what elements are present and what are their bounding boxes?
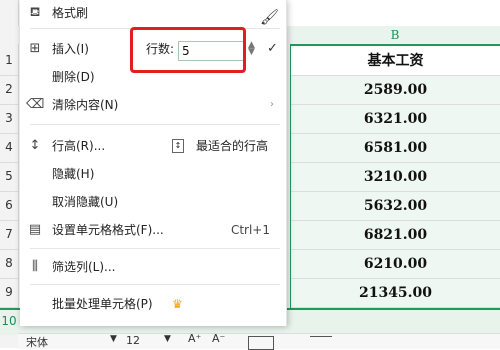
chevron-down-icon[interactable]: ▼ — [110, 334, 117, 344]
fill-color-icon[interactable] — [310, 336, 332, 347]
format-painter-icon: ⛾ — [29, 5, 41, 20]
row-number[interactable]: 1 — [0, 46, 18, 76]
row-number[interactable]: 8 — [0, 249, 18, 279]
menu-item-label: 隐藏(H) — [52, 167, 95, 181]
crown-icon: ♛ — [172, 297, 183, 311]
menu-item-hide[interactable]: 隐藏(H) — [20, 161, 286, 187]
menu-divider — [30, 248, 280, 249]
menu-item-label: 插入(I) — [52, 42, 89, 56]
cell-b8[interactable]: 6210.00 — [291, 250, 500, 279]
row-number[interactable]: 10 — [0, 310, 18, 333]
menu-item-filter-column[interactable]: ⫼ 筛选列(L)... — [20, 254, 286, 280]
menu-item-unhide[interactable]: 取消隐藏(U) — [20, 189, 286, 215]
menu-item-label: 筛选列(L)... — [52, 260, 116, 274]
rows-count-stepper[interactable]: ▲ ▼ — [248, 41, 255, 57]
cell-b5[interactable]: 3210.00 — [291, 163, 500, 192]
filter-column-icon: ⫼ — [32, 259, 38, 274]
cell-b2[interactable]: 2589.00 — [291, 76, 500, 105]
shortcut-label: Ctrl+1 — [230, 223, 270, 237]
menu-item-batch-process[interactable]: 批量处理单元格(P) ♛ — [20, 291, 286, 317]
menu-divider — [30, 284, 280, 285]
row-number[interactable]: 9 — [0, 278, 18, 308]
row-height-icon: ↕ — [29, 138, 41, 153]
cell-b6[interactable]: 5632.00 — [291, 192, 500, 221]
menu-item-label: 清除内容(N) — [52, 98, 119, 112]
row-number[interactable]: 5 — [0, 162, 18, 192]
menu-item-clear-contents[interactable]: ⌫ 清除内容(N) › — [20, 92, 286, 118]
format-cells-icon: ▤ — [28, 222, 42, 237]
rows-input-highlight — [130, 27, 246, 73]
cell-b4[interactable]: 6581.00 — [291, 134, 500, 163]
row-number[interactable]: 6 — [0, 191, 18, 221]
cell-b1[interactable]: 基本工资 — [291, 47, 500, 76]
cell-b9[interactable]: 21345.00 — [291, 279, 500, 308]
cell-b3[interactable]: 6321.00 — [291, 105, 500, 134]
brush-icon[interactable]: 🖌 — [260, 4, 279, 30]
row-number[interactable]: 7 — [0, 220, 18, 250]
row-number[interactable]: 4 — [0, 133, 18, 163]
decrease-font-size-button[interactable]: A⁻ — [212, 332, 225, 345]
menu-divider — [30, 124, 280, 125]
chevron-down-icon[interactable]: ▼ — [164, 334, 171, 344]
menu-item-row-height[interactable]: ↕ 行高(R)... ↕ 最适合的行高 — [20, 133, 286, 159]
menu-item-label: 取消隐藏(U) — [52, 195, 119, 209]
insert-rows-icon: ⊞ — [29, 41, 41, 56]
font-toolbar: 宋体 ▼ 12 ▼ A⁺ A⁻ — [18, 332, 500, 350]
row-number[interactable]: 3 — [0, 104, 18, 134]
menu-item-format-painter[interactable]: ⛾ 格式刷 🖌 — [20, 0, 286, 26]
menu-item-label: 删除(D) — [52, 70, 95, 84]
menu-item-label: 批量处理单元格(P) — [52, 297, 153, 311]
increase-font-size-button[interactable]: A⁺ — [188, 332, 201, 345]
cell-b7[interactable]: 6821.00 — [291, 221, 500, 250]
confirm-check-icon[interactable]: ✓ — [267, 36, 278, 62]
menu-item-label: 设置单元格格式(F)... — [52, 223, 164, 237]
column-b-header[interactable]: B — [290, 26, 500, 46]
menu-item-label: 格式刷 — [52, 6, 89, 20]
selection-border-left — [290, 44, 291, 308]
menu-item-format-cells[interactable]: ▤ 设置单元格格式(F)... Ctrl+1 — [20, 217, 286, 243]
best-fit-icon[interactable]: ↕ — [172, 139, 184, 153]
eraser-icon: ⌫ — [26, 97, 45, 112]
chevron-right-icon: › — [270, 99, 274, 110]
best-fit-row-height-button[interactable]: 最适合的行高 — [196, 133, 268, 159]
row-number[interactable]: 2 — [0, 75, 18, 105]
font-size-select[interactable]: 12 — [126, 334, 140, 347]
menu-item-label: 行高(R)... — [52, 139, 106, 153]
